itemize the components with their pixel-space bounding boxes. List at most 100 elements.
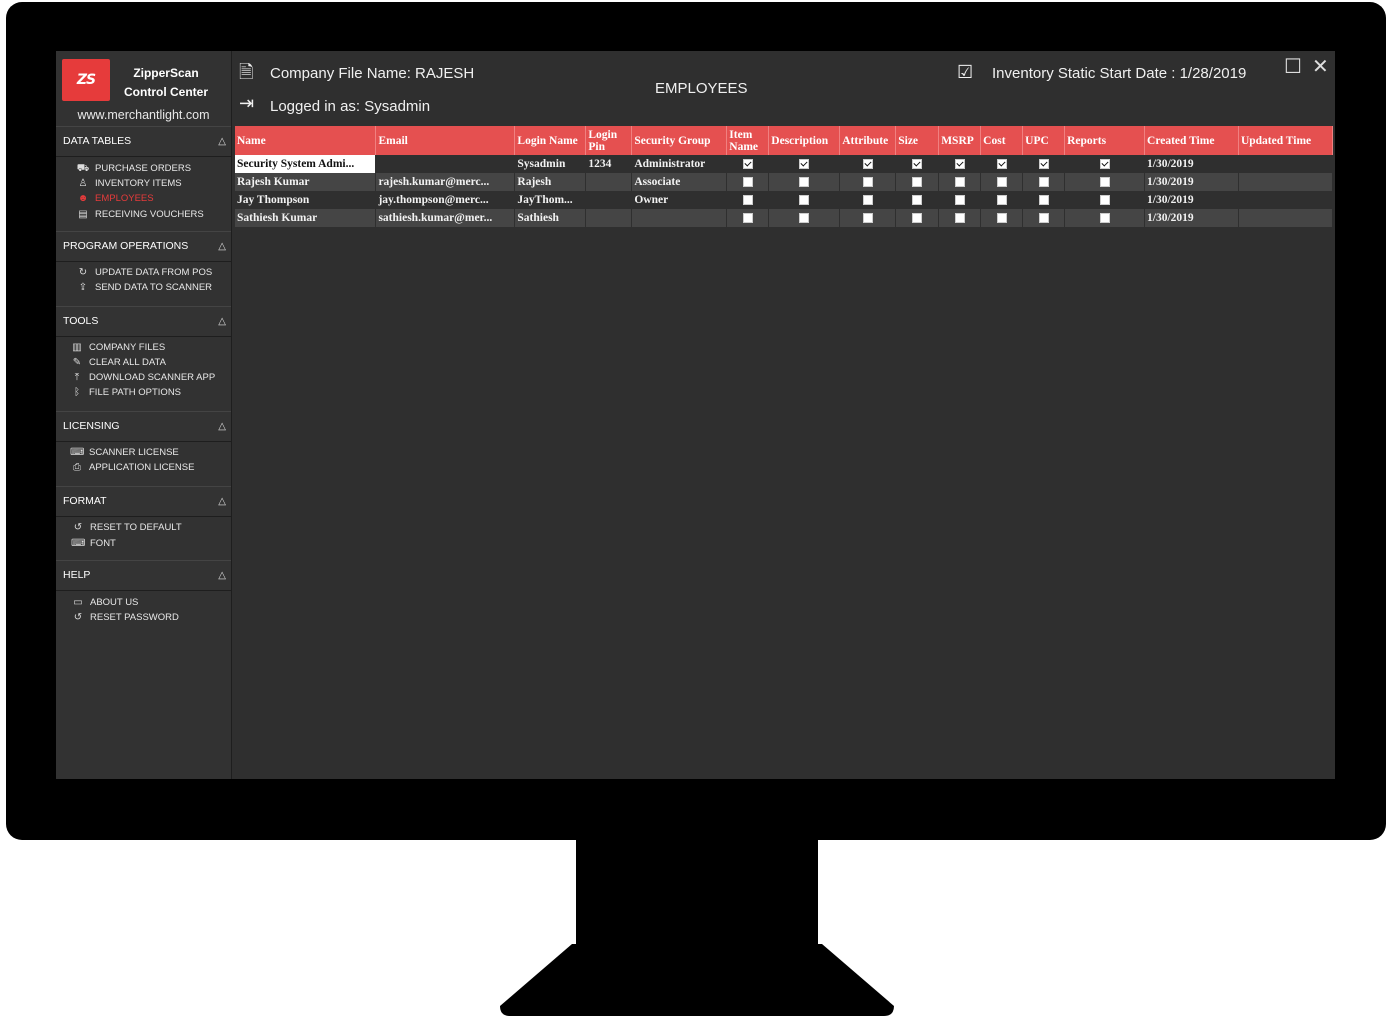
column-header[interactable]: Login Pin xyxy=(585,126,633,155)
sidebar-item-send-data-to-scanner[interactable]: ⇪ SEND DATA TO SCANNER xyxy=(76,281,212,295)
column-header[interactable]: Email xyxy=(375,126,516,155)
permission-checkbox[interactable] xyxy=(799,213,810,224)
column-header[interactable]: Reports xyxy=(1064,126,1146,155)
permission-checkbox[interactable] xyxy=(996,159,1007,170)
permission-checkbox[interactable] xyxy=(862,177,873,188)
collapse-caret-icon[interactable]: △ xyxy=(218,487,226,516)
sidebar-item-update-data-from-pos[interactable]: ↻ UPDATE DATA FROM POS xyxy=(76,266,212,280)
cell-login[interactable]: Rajesh xyxy=(514,173,587,191)
column-header[interactable]: Created Time xyxy=(1144,126,1239,155)
cell-name[interactable]: Jay Thompson xyxy=(235,191,377,209)
column-header[interactable]: Description xyxy=(768,126,841,155)
table-row[interactable]: Jay Thompson jay.thompson@merc... JayThom.… xyxy=(235,191,1334,209)
cell-name[interactable]: Sathiesh Kumar xyxy=(235,209,377,227)
permission-checkbox[interactable] xyxy=(1099,177,1110,188)
cell-login[interactable]: Sathiesh xyxy=(514,209,587,227)
cell-group[interactable] xyxy=(631,209,728,227)
column-header[interactable]: Updated Time xyxy=(1238,126,1334,155)
cell-created[interactable]: 1/30/2019 xyxy=(1144,173,1239,191)
cell-pin[interactable] xyxy=(585,173,633,191)
cell-pin[interactable] xyxy=(585,209,633,227)
permission-checkbox[interactable] xyxy=(742,177,753,188)
section-tools[interactable]: TOOLS △ xyxy=(56,306,231,337)
sidebar-item-file-path-options[interactable]: ᛒ FILE PATH OPTIONS xyxy=(70,386,181,400)
permission-checkbox[interactable] xyxy=(954,213,965,224)
column-header[interactable]: Attribute xyxy=(839,126,897,155)
permission-checkbox[interactable] xyxy=(912,213,923,224)
permission-checkbox[interactable] xyxy=(996,213,1007,224)
table-row[interactable]: Rajesh Kumar rajesh.kumar@merc... Rajesh As… xyxy=(235,173,1334,191)
close-icon[interactable]: ✕ xyxy=(1312,54,1329,79)
sidebar-item-reset-to-default[interactable]: ↺ RESET TO DEFAULT xyxy=(71,521,182,535)
sidebar-item-application-license[interactable]: ⎙ APPLICATION LICENSE xyxy=(70,461,194,475)
cell-email[interactable] xyxy=(375,155,516,173)
cell-pin[interactable] xyxy=(585,191,633,209)
collapse-caret-icon[interactable]: △ xyxy=(218,561,226,590)
permission-checkbox[interactable] xyxy=(742,195,753,206)
cell-group[interactable]: Owner xyxy=(631,191,728,209)
section-format[interactable]: FORMAT △ xyxy=(56,486,231,517)
cell-updated[interactable] xyxy=(1238,155,1334,173)
permission-checkbox[interactable] xyxy=(996,177,1007,188)
logout-icon[interactable]: ⇥ xyxy=(239,93,254,114)
collapse-caret-icon[interactable]: △ xyxy=(218,307,226,336)
column-header[interactable]: Security Group xyxy=(631,126,728,155)
table-row[interactable]: Security System Admi... Sysadmin 1234 Admin… xyxy=(235,155,1334,173)
column-header[interactable]: Login Name xyxy=(514,126,587,155)
sidebar-item-clear-all-data[interactable]: ✎ CLEAR ALL DATA xyxy=(70,356,166,370)
sidebar-item-font[interactable]: ⌨ FONT xyxy=(71,537,116,551)
sidebar-item-download-scanner-app[interactable]: ⤒ DOWNLOAD SCANNER APP xyxy=(70,371,215,385)
permission-checkbox[interactable] xyxy=(862,159,873,170)
permission-checkbox[interactable] xyxy=(954,177,965,188)
permission-checkbox[interactable] xyxy=(996,195,1007,206)
cell-login[interactable]: JayThom... xyxy=(514,191,587,209)
permission-checkbox[interactable] xyxy=(954,195,965,206)
column-header[interactable]: MSRP xyxy=(938,126,982,155)
cell-updated[interactable] xyxy=(1238,191,1334,209)
cell-login[interactable]: Sysadmin xyxy=(514,155,587,173)
permission-checkbox[interactable] xyxy=(799,159,810,170)
permission-checkbox[interactable] xyxy=(1038,195,1049,206)
cell-updated[interactable] xyxy=(1238,173,1334,191)
cell-name[interactable]: Security System Admi... xyxy=(235,155,377,173)
column-header[interactable]: Cost xyxy=(980,126,1024,155)
cell-email[interactable]: sathiesh.kumar@mer... xyxy=(375,209,516,227)
column-header[interactable]: Item Name xyxy=(726,126,770,155)
section-help[interactable]: HELP △ xyxy=(56,560,231,591)
cell-email[interactable]: jay.thompson@merc... xyxy=(375,191,516,209)
section-program-operations[interactable]: PROGRAM OPERATIONS △ xyxy=(56,231,231,262)
sidebar-item-about-us[interactable]: ▭ ABOUT US xyxy=(71,596,138,610)
table-row[interactable]: Sathiesh Kumar sathiesh.kumar@mer... Sathi… xyxy=(235,209,1334,227)
permission-checkbox[interactable] xyxy=(799,195,810,206)
cell-email[interactable]: rajesh.kumar@merc... xyxy=(375,173,516,191)
collapse-caret-icon[interactable]: △ xyxy=(218,127,226,156)
sidebar-item-purchase-orders[interactable]: ⛟ PURCHASE ORDERS xyxy=(76,162,191,176)
sidebar-item-company-files[interactable]: ▥ COMPANY FILES xyxy=(70,341,165,355)
section-data-tables[interactable]: DATA TABLES △ xyxy=(56,126,231,157)
permission-checkbox[interactable] xyxy=(1038,177,1049,188)
cell-group[interactable]: Associate xyxy=(631,173,728,191)
permission-checkbox[interactable] xyxy=(1038,213,1049,224)
permission-checkbox[interactable] xyxy=(799,177,810,188)
website-link[interactable]: www.merchantlight.com xyxy=(56,108,231,122)
permission-checkbox[interactable] xyxy=(1099,195,1110,206)
permission-checkbox[interactable] xyxy=(1099,159,1110,170)
collapse-caret-icon[interactable]: △ xyxy=(218,232,226,261)
maximize-icon[interactable]: ☐ xyxy=(1284,54,1302,79)
column-header[interactable]: Size xyxy=(895,126,940,155)
permission-checkbox[interactable] xyxy=(954,159,965,170)
permission-checkbox[interactable] xyxy=(912,159,923,170)
sidebar-item-inventory-items[interactable]: ♙ INVENTORY ITEMS xyxy=(76,177,182,191)
section-licensing[interactable]: LICENSING △ xyxy=(56,411,231,442)
permission-checkbox[interactable] xyxy=(1099,213,1110,224)
cell-created[interactable]: 1/30/2019 xyxy=(1144,191,1239,209)
sidebar-item-receiving-vouchers[interactable]: ▤ RECEIVING VOUCHERS xyxy=(76,208,203,222)
cell-created[interactable]: 1/30/2019 xyxy=(1144,155,1239,173)
cell-name[interactable]: Rajesh Kumar xyxy=(235,173,377,191)
cell-pin[interactable]: 1234 xyxy=(585,155,633,173)
cell-group[interactable]: Administrator xyxy=(631,155,728,173)
permission-checkbox[interactable] xyxy=(912,177,923,188)
permission-checkbox[interactable] xyxy=(862,213,873,224)
sidebar-item-scanner-license[interactable]: ⌨ SCANNER LICENSE xyxy=(70,446,179,460)
sidebar-item-employees[interactable]: ☻ EMPLOYEES xyxy=(76,192,154,206)
